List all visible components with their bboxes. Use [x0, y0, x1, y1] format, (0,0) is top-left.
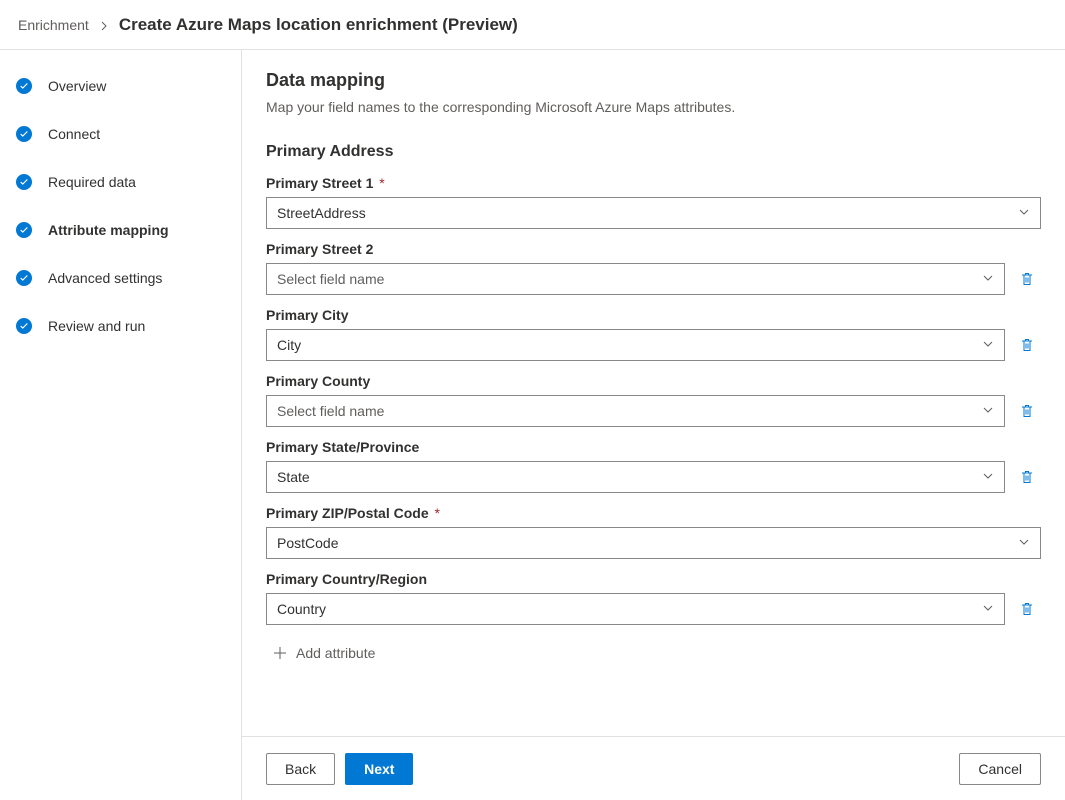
select-value: StreetAddress [277, 205, 366, 221]
step-required-data[interactable]: Required data [0, 174, 241, 190]
check-icon [16, 126, 32, 142]
delete-street-2-button[interactable] [1013, 265, 1041, 293]
label-primary-county: Primary County [266, 373, 1041, 389]
breadcrumb: Enrichment Create Azure Maps location en… [0, 0, 1065, 50]
breadcrumb-current: Create Azure Maps location enrichment (P… [119, 15, 518, 35]
label-primary-country: Primary Country/Region [266, 571, 1041, 587]
select-primary-country[interactable]: Country [266, 593, 1005, 625]
delete-county-button[interactable] [1013, 397, 1041, 425]
chevron-down-icon [982, 403, 994, 419]
chevron-down-icon [982, 337, 994, 353]
step-review-and-run[interactable]: Review and run [0, 318, 241, 334]
label-primary-street-1: Primary Street 1 * [266, 175, 1041, 191]
wizard-steps: Overview Connect Required data Attribute… [0, 50, 242, 800]
label-primary-street-2: Primary Street 2 [266, 241, 1041, 257]
cancel-button[interactable]: Cancel [959, 753, 1041, 785]
label-primary-city: Primary City [266, 307, 1041, 323]
page-title: Data mapping [266, 70, 1041, 91]
select-value: State [277, 469, 310, 485]
select-primary-county[interactable]: Select field name [266, 395, 1005, 427]
add-attribute-button[interactable]: Add attribute [266, 637, 381, 669]
step-label: Attribute mapping [48, 222, 169, 238]
chevron-down-icon [982, 601, 994, 617]
step-label: Review and run [48, 318, 145, 334]
select-value: Country [277, 601, 326, 617]
select-value: City [277, 337, 301, 353]
trash-icon [1019, 601, 1035, 617]
chevron-down-icon [1018, 205, 1030, 221]
check-icon [16, 174, 32, 190]
chevron-down-icon [982, 469, 994, 485]
step-connect[interactable]: Connect [0, 126, 241, 142]
select-value: Select field name [277, 403, 384, 419]
select-value: PostCode [277, 535, 338, 551]
wizard-footer: Back Next Cancel [242, 736, 1065, 800]
trash-icon [1019, 403, 1035, 419]
chevron-down-icon [1018, 535, 1030, 551]
select-value: Select field name [277, 271, 384, 287]
select-primary-city[interactable]: City [266, 329, 1005, 361]
next-button[interactable]: Next [345, 753, 413, 785]
check-icon [16, 222, 32, 238]
section-primary-address: Primary Address [266, 143, 1041, 161]
chevron-right-icon [99, 17, 109, 33]
check-icon [16, 270, 32, 286]
label-primary-state-province: Primary State/Province [266, 439, 1041, 455]
trash-icon [1019, 337, 1035, 353]
chevron-down-icon [982, 271, 994, 287]
select-primary-zip[interactable]: PostCode [266, 527, 1041, 559]
check-icon [16, 78, 32, 94]
step-attribute-mapping[interactable]: Attribute mapping [0, 222, 241, 238]
breadcrumb-root[interactable]: Enrichment [18, 17, 89, 33]
select-primary-street-2[interactable]: Select field name [266, 263, 1005, 295]
label-primary-zip: Primary ZIP/Postal Code * [266, 505, 1041, 521]
step-label: Advanced settings [48, 270, 162, 286]
delete-city-button[interactable] [1013, 331, 1041, 359]
required-indicator: * [435, 505, 440, 521]
select-primary-state-province[interactable]: State [266, 461, 1005, 493]
trash-icon [1019, 469, 1035, 485]
delete-state-button[interactable] [1013, 463, 1041, 491]
step-label: Required data [48, 174, 136, 190]
add-attribute-label: Add attribute [296, 645, 375, 661]
select-primary-street-1[interactable]: StreetAddress [266, 197, 1041, 229]
plus-icon [272, 645, 288, 661]
required-indicator: * [379, 175, 384, 191]
trash-icon [1019, 271, 1035, 287]
page-description: Map your field names to the correspondin… [266, 99, 1041, 115]
back-button[interactable]: Back [266, 753, 335, 785]
step-label: Overview [48, 78, 106, 94]
delete-country-button[interactable] [1013, 595, 1041, 623]
step-advanced-settings[interactable]: Advanced settings [0, 270, 241, 286]
check-icon [16, 318, 32, 334]
step-label: Connect [48, 126, 100, 142]
step-overview[interactable]: Overview [0, 78, 241, 94]
